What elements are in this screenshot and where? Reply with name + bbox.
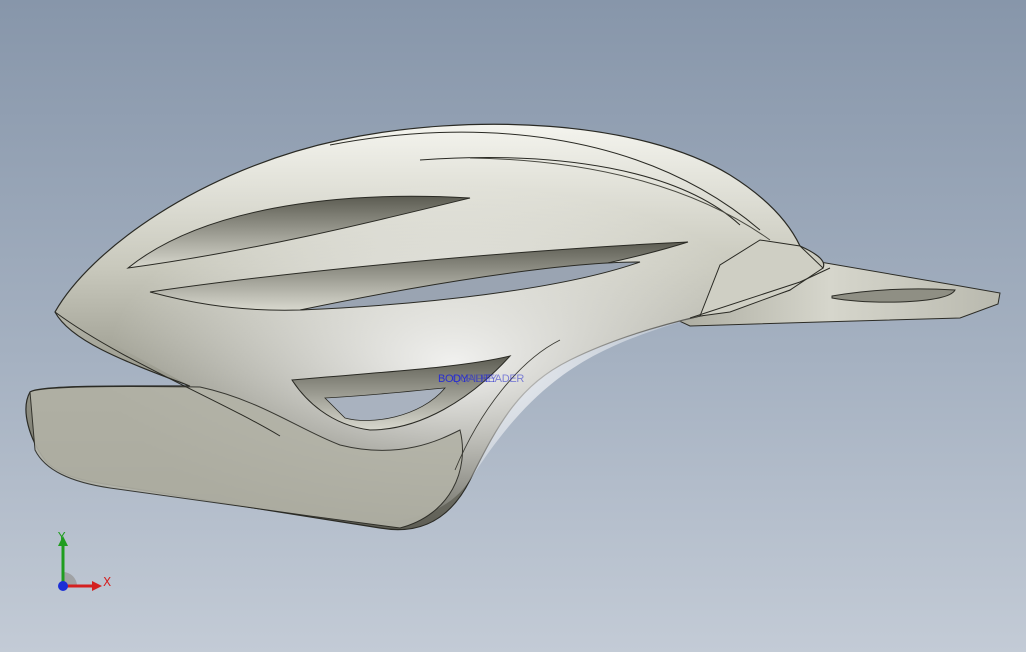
axis-y-label: Y (58, 530, 66, 544)
helmet-3d-model[interactable] (0, 0, 1026, 652)
axis-triad[interactable]: X Y (40, 530, 120, 600)
axis-x-arrow (92, 581, 102, 591)
model-label-header: HEADER (480, 373, 525, 385)
cad-3d-viewport[interactable]: BODY QUALITY PIPE HEADER X Y (0, 0, 1026, 652)
axis-x-label: X (103, 575, 112, 589)
axis-z-dot (58, 581, 68, 591)
axis-triad-graphic (58, 536, 102, 591)
